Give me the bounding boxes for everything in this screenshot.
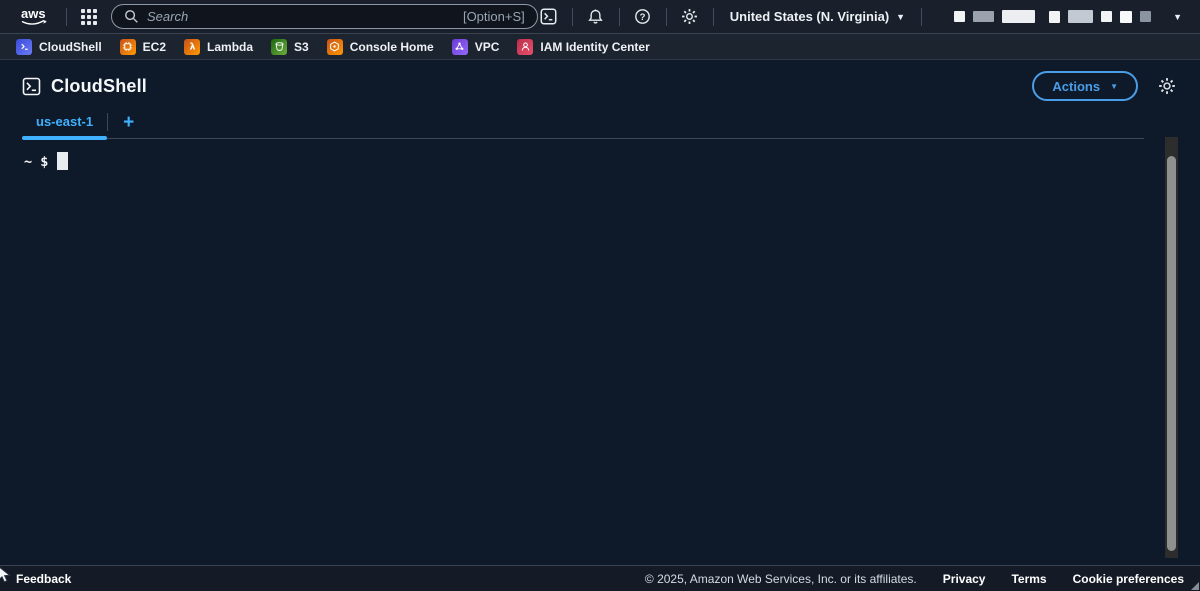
favorites-bar: CloudShell EC2 λ Lambda S3 Console Home — [0, 33, 1200, 60]
settings-gear-icon[interactable] — [679, 6, 701, 28]
vpc-service-icon — [452, 39, 468, 55]
nav-divider — [713, 8, 714, 26]
footer: Feedback © 2025, Amazon Web Services, In… — [0, 565, 1200, 591]
search-icon — [124, 9, 139, 24]
s3-service-icon — [271, 39, 287, 55]
actions-button[interactable]: Actions ▼ — [1032, 71, 1138, 101]
search-bar[interactable]: Search [Option+S] — [111, 4, 538, 29]
redacted-account-block — [1068, 10, 1093, 23]
favorite-label: Lambda — [207, 40, 253, 54]
page-title: CloudShell — [51, 76, 147, 97]
favorite-lambda[interactable]: λ Lambda — [184, 39, 253, 55]
add-tab-button[interactable]: + — [108, 113, 149, 138]
redacted-account-block — [1002, 10, 1035, 23]
terms-link[interactable]: Terms — [1011, 572, 1046, 586]
favorite-vpc[interactable]: VPC — [452, 39, 500, 55]
page-header: CloudShell Actions ▼ — [0, 60, 1200, 103]
favorite-label: Console Home — [350, 40, 434, 54]
chevron-down-icon: ▼ — [896, 12, 905, 22]
nav-divider — [66, 8, 67, 26]
redacted-account-block — [1049, 11, 1060, 23]
favorite-label: IAM Identity Center — [540, 40, 649, 54]
aws-logo[interactable]: aws — [12, 6, 54, 28]
redacted-account-block — [1101, 11, 1112, 22]
tab-us-east-1[interactable]: us-east-1 — [22, 114, 107, 138]
svg-text:?: ? — [640, 12, 646, 23]
nav-divider — [572, 8, 573, 26]
cookie-preferences-link[interactable]: Cookie preferences — [1073, 572, 1184, 586]
nav-divider — [666, 8, 667, 26]
favorite-console-home[interactable]: Console Home — [327, 39, 434, 55]
favorite-label: CloudShell — [39, 40, 102, 54]
favorite-ec2[interactable]: EC2 — [120, 39, 166, 55]
redacted-account-block — [1120, 11, 1132, 23]
cloudshell-page-icon — [22, 77, 41, 96]
nav-right-group: ? United States (N. Virginia) — [538, 6, 1188, 28]
ec2-service-icon — [120, 39, 136, 55]
redacted-account-block — [973, 11, 994, 22]
terminal[interactable]: ~ $ — [0, 139, 1200, 565]
notifications-bell-icon[interactable] — [585, 6, 607, 28]
favorite-iam-identity-center[interactable]: IAM Identity Center — [517, 39, 649, 55]
svg-text:aws: aws — [21, 6, 46, 21]
favorite-label: S3 — [294, 40, 309, 54]
aws-logo-icon: aws — [18, 6, 48, 28]
aws-console-window: aws Search [Option+S] — [0, 0, 1200, 591]
actions-button-label: Actions — [1052, 79, 1100, 94]
favorite-label: EC2 — [143, 40, 166, 54]
favorite-label: VPC — [475, 40, 500, 54]
terminal-prompt: ~ $ — [24, 154, 48, 170]
account-menu[interactable]: ▼ — [954, 10, 1182, 23]
iam-identity-center-service-icon — [517, 39, 533, 55]
redacted-account-block — [954, 11, 965, 22]
nav-divider — [619, 8, 620, 26]
terminal-cursor — [57, 152, 68, 170]
search-shortcut: [Option+S] — [463, 9, 525, 24]
privacy-link[interactable]: Privacy — [943, 572, 986, 586]
region-selector[interactable]: United States (N. Virginia) ▼ — [726, 9, 909, 24]
apps-grid-icon[interactable] — [79, 7, 99, 27]
top-navigation-bar: aws Search [Option+S] — [0, 0, 1200, 33]
help-icon[interactable]: ? — [632, 6, 654, 28]
favorite-s3[interactable]: S3 — [271, 39, 309, 55]
chevron-down-icon: ▼ — [1173, 12, 1182, 22]
terminal-scrollbar-thumb[interactable] — [1167, 156, 1176, 551]
feedback-link[interactable]: Feedback — [16, 572, 71, 586]
lambda-service-icon: λ — [184, 39, 200, 55]
resize-grip — [1191, 582, 1199, 590]
favorite-cloudshell[interactable]: CloudShell — [16, 39, 102, 55]
redacted-account-block — [1140, 11, 1151, 22]
terminal-tab-bar: us-east-1 + — [22, 111, 1144, 139]
chevron-down-icon: ▼ — [1110, 82, 1118, 91]
cloudshell-page: CloudShell Actions ▼ — [0, 60, 1200, 565]
cloudshell-terminal-icon[interactable] — [538, 6, 560, 28]
cloudshell-service-icon — [16, 39, 32, 55]
terminal-scrollbar-track[interactable] — [1165, 137, 1178, 558]
svg-text:λ: λ — [189, 42, 195, 52]
console-home-service-icon — [327, 39, 343, 55]
cloudshell-settings-gear-icon[interactable] — [1156, 75, 1178, 97]
region-label: United States (N. Virginia) — [730, 9, 889, 24]
copyright-text: © 2025, Amazon Web Services, Inc. or its… — [645, 572, 917, 586]
search-placeholder: Search — [147, 9, 188, 24]
nav-divider — [921, 8, 922, 26]
